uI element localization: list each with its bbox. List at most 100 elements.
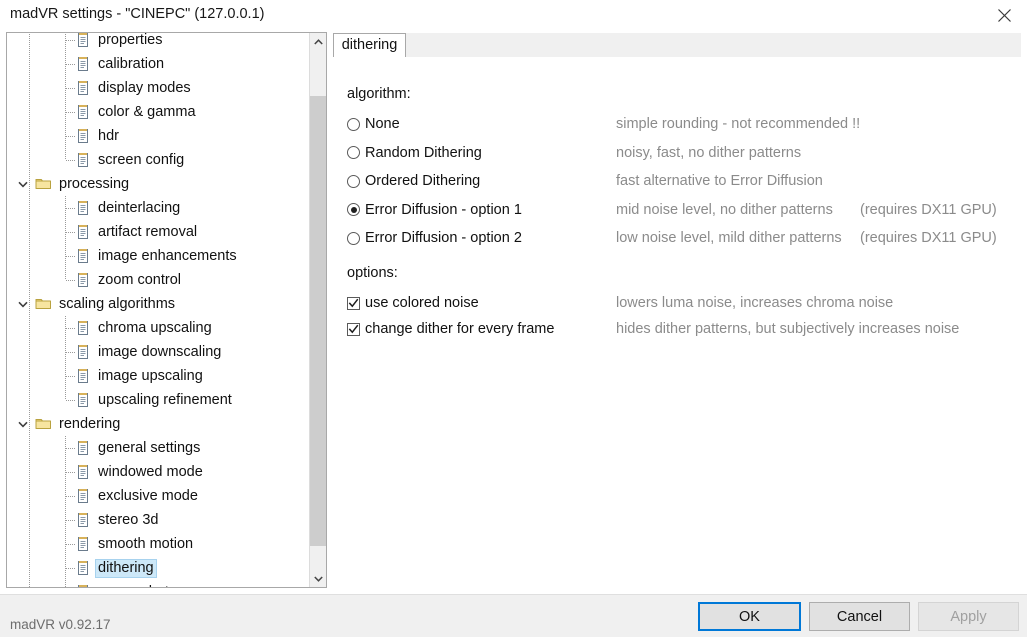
radio-option-5[interactable]: Error Diffusion - option 2 <box>347 227 522 249</box>
document-icon <box>78 345 88 359</box>
tree-guide-line <box>29 436 30 460</box>
radio-button[interactable] <box>347 231 360 245</box>
tree-item-label: properties <box>98 33 163 48</box>
checkbox-description: lowers luma noise, increases chroma nois… <box>616 295 894 311</box>
checkbox[interactable] <box>347 296 360 310</box>
expander-chevron-down-icon <box>18 181 28 188</box>
tree-item-label: image downscaling <box>98 343 222 360</box>
tree-item-label: chroma upscaling <box>98 319 212 336</box>
tree-item-properties[interactable]: properties <box>7 33 310 52</box>
tree-item-icon <box>75 320 91 336</box>
tree-item-image-upscaling[interactable]: image upscaling <box>7 364 310 388</box>
tree-item-general-settings[interactable]: general settings <box>7 436 310 460</box>
tab-dithering[interactable]: dithering <box>333 33 406 58</box>
tree-guide-line <box>66 64 75 65</box>
radio-button[interactable] <box>347 174 360 188</box>
document-icon <box>78 465 88 479</box>
tab-strip-background <box>333 33 1021 58</box>
tree-guide-line <box>66 448 75 449</box>
algorithm-heading: algorithm: <box>347 86 411 102</box>
cancel-button[interactable]: Cancel <box>809 602 910 631</box>
radio-label: Error Diffusion - option 2 <box>365 230 522 246</box>
expander-chevron-down-icon <box>18 421 28 428</box>
radio-description: mid noise level, no dither patterns <box>616 201 833 218</box>
tree-item-scaling-algorithms[interactable]: scaling algorithms <box>7 292 310 316</box>
tree-item-label: stereo 3d <box>98 511 159 528</box>
close-button[interactable] <box>981 0 1027 30</box>
settings-tree[interactable]: properties calibration display modes color … <box>7 33 310 587</box>
tree-guide-line <box>29 388 30 412</box>
ok-button[interactable]: OK <box>698 602 801 631</box>
tree-guide-line <box>66 400 75 401</box>
radio-button[interactable] <box>347 117 360 131</box>
tree-item-label: image upscaling <box>98 367 203 384</box>
scroll-down-button[interactable] <box>310 570 326 587</box>
checkbox-option-2[interactable]: change dither for every frame <box>347 318 554 340</box>
tree-scrollbar[interactable] <box>309 33 326 587</box>
radio-label: Error Diffusion - option 1 <box>365 201 522 218</box>
tree-guide-line <box>65 33 66 52</box>
tree-item-display-modes[interactable]: display modes <box>7 76 310 100</box>
tree-item-icon <box>75 80 91 96</box>
checkbox-label: change dither for every frame <box>365 321 555 337</box>
document-icon <box>78 489 88 503</box>
tree-guide-line <box>66 352 75 353</box>
dithering-settings-pane: algorithm: None simple rounding - not rec… <box>333 57 1021 588</box>
tree-item-chroma-upscaling[interactable]: chroma upscaling <box>7 316 310 340</box>
tree-guide-line <box>29 244 30 268</box>
radio-option-1[interactable]: None <box>347 113 400 135</box>
tree-guide-line <box>29 172 30 196</box>
tree-item-label: scaling algorithms <box>59 295 176 312</box>
tree-item-screen-config[interactable]: screen config <box>7 148 310 172</box>
tree-item-icon <box>75 128 91 144</box>
tree-item-image-downscaling[interactable]: image downscaling <box>7 340 310 364</box>
tree-guide-line <box>66 328 75 329</box>
tree-guide-line <box>29 124 30 148</box>
tree-item-label: dithering <box>95 558 157 578</box>
tree-guide-line <box>65 580 66 587</box>
folder-icon <box>35 299 51 309</box>
tree-guide-line <box>66 376 75 377</box>
tree-item-label: artifact removal <box>98 223 198 240</box>
tree-item-deinterlacing[interactable]: deinterlacing <box>7 196 310 220</box>
radio-option-3[interactable]: Ordered Dithering <box>347 170 480 192</box>
tree-item-exclusive-mode[interactable]: exclusive mode <box>7 484 310 508</box>
tree-item-label: hdr <box>98 127 119 144</box>
scroll-up-button[interactable] <box>310 33 326 50</box>
tree-guide-line <box>29 100 30 124</box>
tree-guide-line <box>29 316 30 340</box>
tree-item-artifact-removal[interactable]: artifact removal <box>7 220 310 244</box>
tree-item-screenshots[interactable]: screenshots <box>7 580 310 587</box>
tree-item-rendering[interactable]: rendering <box>7 412 310 436</box>
tree-guide-line <box>66 544 75 545</box>
tree-item-color-gamma[interactable]: color & gamma <box>7 100 310 124</box>
tree-guide-line <box>66 472 75 473</box>
tree-item-icon <box>75 392 91 408</box>
radio-option-4[interactable]: Error Diffusion - option 1 <box>347 199 522 221</box>
radio-description: low noise level, mild dither patterns <box>616 230 842 246</box>
chevron-down-icon <box>313 575 323 582</box>
tree-guide-line <box>66 112 75 113</box>
tree-item-zoom-control[interactable]: zoom control <box>7 268 310 292</box>
tree-item-hdr[interactable]: hdr <box>7 124 310 148</box>
tree-guide-line <box>66 568 75 569</box>
tree-item-icon <box>75 584 91 587</box>
tree-item-upscaling-refinement[interactable]: upscaling refinement <box>7 388 310 412</box>
checkbox[interactable] <box>347 322 360 336</box>
document-icon <box>78 561 88 575</box>
tree-item-windowed-mode[interactable]: windowed mode <box>7 460 310 484</box>
tree-item-image-enhancements[interactable]: image enhancements <box>7 244 310 268</box>
scrollbar-thumb[interactable] <box>310 96 326 546</box>
radio-option-2[interactable]: Random Dithering <box>347 142 482 164</box>
checkbox-option-1[interactable]: use colored noise <box>347 292 479 314</box>
tree-item-processing[interactable]: processing <box>7 172 310 196</box>
tree-guide-line <box>66 88 75 89</box>
tree-item-stereo-3d[interactable]: stereo 3d <box>7 508 310 532</box>
radio-button[interactable] <box>347 203 360 216</box>
radio-button[interactable] <box>347 146 360 159</box>
radio-requirement-note: (requires DX11 GPU) <box>860 230 997 246</box>
tree-item-smooth-motion[interactable]: smooth motion <box>7 532 310 556</box>
tree-item-calibration[interactable]: calibration <box>7 52 310 76</box>
tree-item-label: general settings <box>98 439 201 456</box>
tree-item-dithering[interactable]: dithering <box>7 556 310 580</box>
